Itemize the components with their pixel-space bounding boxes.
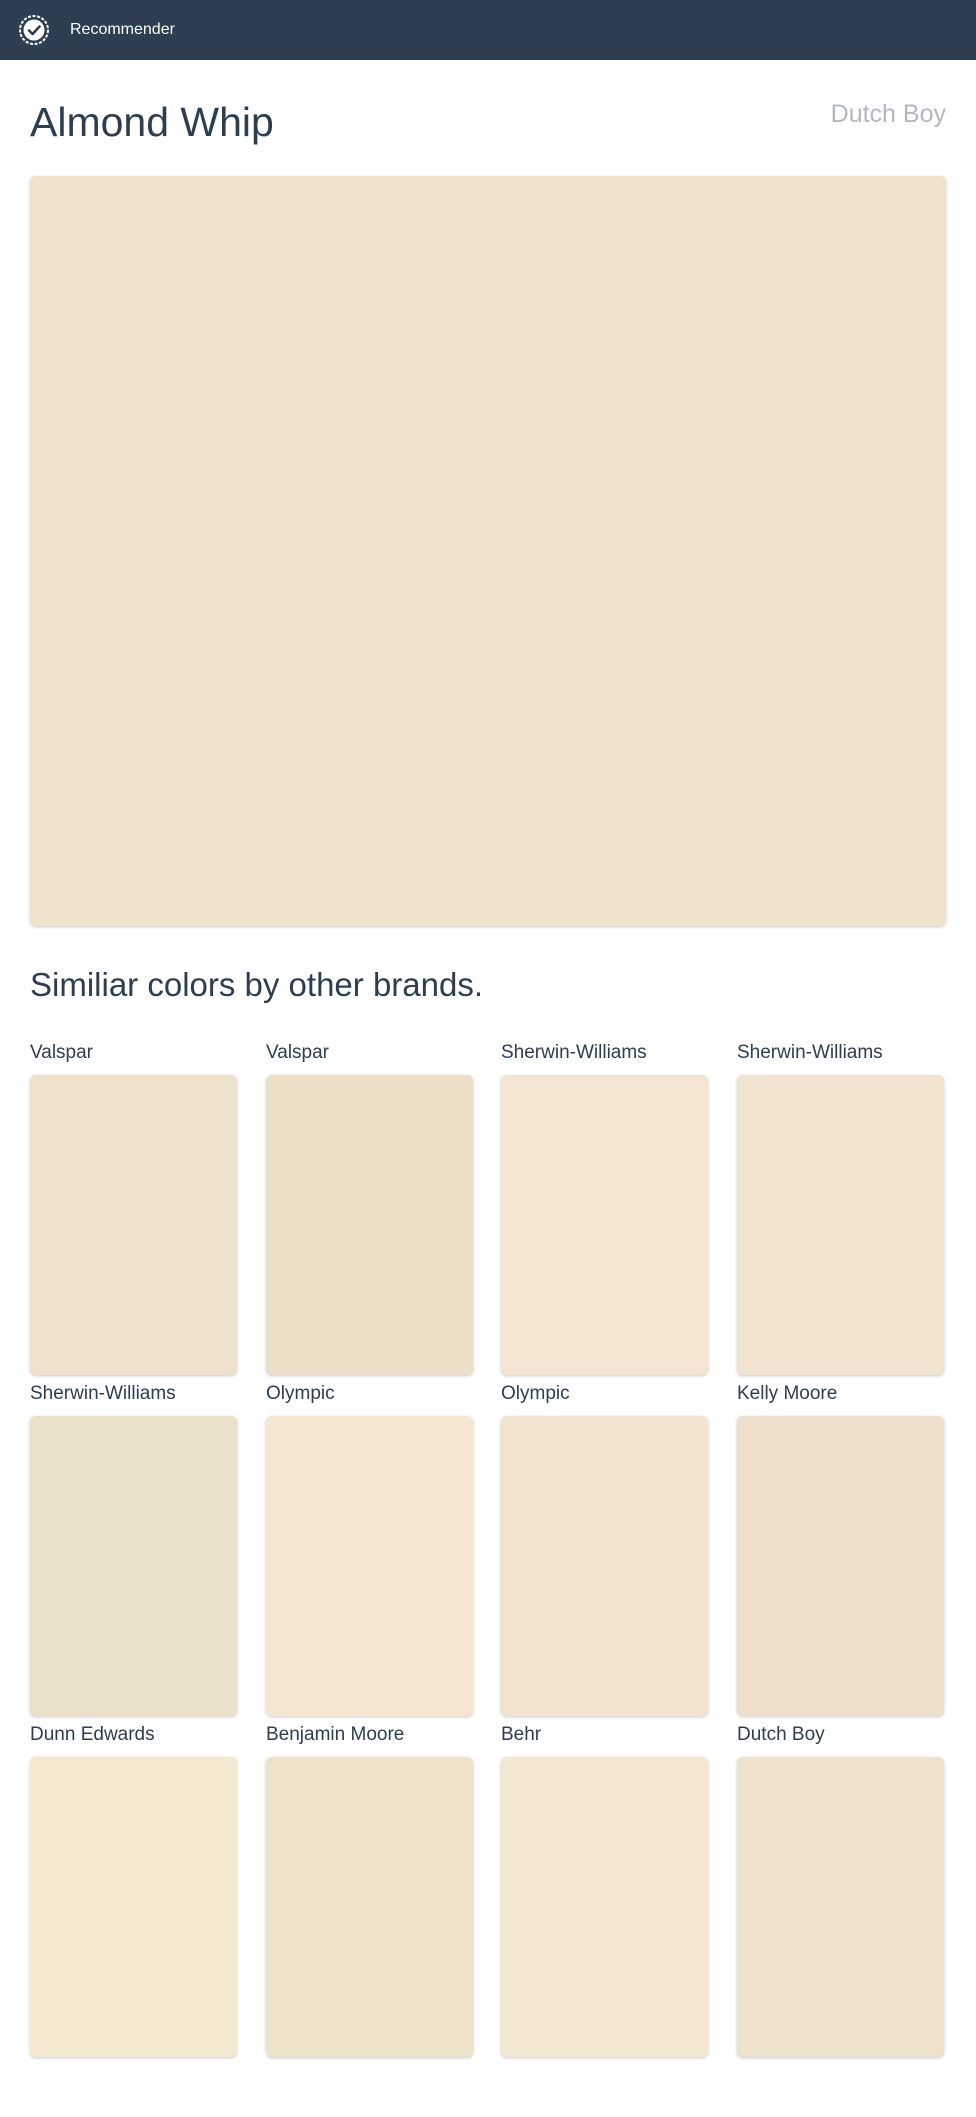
similar-color-swatch[interactable]	[501, 1075, 708, 1375]
similar-colors-heading: Similiar colors by other brands.	[30, 966, 484, 1003]
similar-color-swatch[interactable]	[30, 1075, 237, 1375]
similar-color-brand: Valspar	[266, 1042, 330, 1063]
similar-color-swatch[interactable]	[266, 1416, 473, 1716]
similar-color-swatch[interactable]	[737, 1075, 944, 1375]
similar-color-swatch[interactable]	[30, 1416, 237, 1716]
main-color-swatch	[30, 176, 946, 926]
similar-color-swatch[interactable]	[266, 1075, 473, 1375]
similar-color-swatch[interactable]	[737, 1757, 944, 2057]
similar-color-brand: Kelly Moore	[737, 1383, 838, 1404]
similar-color-brand: Benjamin Moore	[266, 1724, 405, 1745]
similar-color-brand: Dutch Boy	[737, 1724, 825, 1745]
similar-color-swatch[interactable]	[737, 1416, 944, 1716]
similar-color-brand: Sherwin-Williams	[30, 1383, 176, 1404]
similar-color-brand: Behr	[501, 1724, 542, 1745]
top-navbar: Recommender	[0, 0, 976, 60]
color-name: Almond Whip	[30, 99, 274, 145]
similar-color-brand: Olympic	[266, 1383, 335, 1404]
similar-color-brand: Valspar	[30, 1042, 94, 1063]
similar-color-swatch[interactable]	[30, 1757, 237, 2057]
similar-color-swatch[interactable]	[501, 1416, 708, 1716]
similar-color-brand: Sherwin-Williams	[501, 1042, 647, 1063]
similar-color-brand: Dunn Edwards	[30, 1724, 155, 1745]
similar-color-brand: Olympic	[501, 1383, 570, 1404]
similar-color-swatch[interactable]	[266, 1757, 473, 2057]
brand-link[interactable]: Recommender	[70, 19, 175, 41]
similar-color-swatch[interactable]	[501, 1757, 708, 2057]
check-badge-icon[interactable]	[18, 14, 50, 46]
similar-color-brand: Sherwin-Williams	[737, 1042, 883, 1063]
color-brand: Dutch Boy	[830, 100, 946, 128]
